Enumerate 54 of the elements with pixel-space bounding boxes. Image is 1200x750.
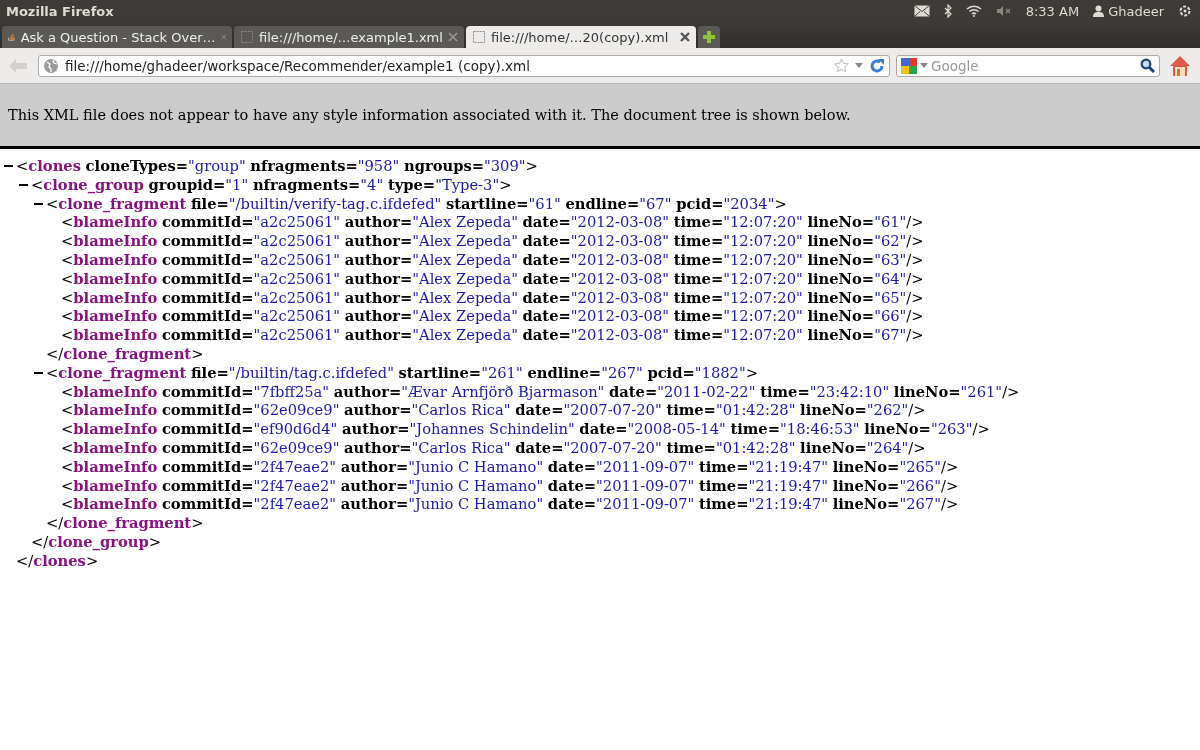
info-message: This XML file does not appear to have any style information associated with it. The document tree is shown below.	[8, 107, 851, 123]
xml-element-line: <blameInfo commitId="a2c25061" author="Alex Zepeda" date="2012-03-08" time="12:07:20" lineNo="65"/>	[61, 288, 924, 308]
wifi-icon[interactable]	[965, 5, 982, 17]
search-bar[interactable]: Google	[896, 54, 1160, 77]
xml-element-line: <blameInfo commitId="ef90d6d4" author="Johannes Schindelin" date="2008-05-14" time="18:46:53" lineNo="263"/>	[61, 420, 990, 439]
xml-closing-tag: </clone_fragment>	[46, 514, 204, 533]
dropdown-icon[interactable]	[855, 63, 863, 68]
reload-icon[interactable]	[869, 57, 885, 74]
user-icon	[1093, 5, 1105, 17]
star-icon[interactable]	[834, 58, 849, 73]
globe-icon	[43, 57, 59, 74]
xml-element-line: <clones cloneTypes="group" nfragments="958" ngroups="309">	[16, 157, 538, 176]
xml-element-line: <blameInfo commitId="a2c25061" author="Alex Zepeda" date="2012-03-08" time="12:07:20" lineNo="62"/>	[61, 232, 924, 251]
xml-closing-tag: </clones>	[16, 551, 99, 571]
search-engine-icon[interactable]	[901, 57, 917, 74]
xml-element-line: <blameInfo commitId="a2c25061" author="Alex Zepeda" date="2012-03-08" time="12:07:20" lineNo="66"/>	[61, 307, 924, 327]
xml-element-line: <blameInfo commitId="7fbff25a" author="Ævar Arnfjörð Bjarmason" date="2011-02-22" time="23:42:10" lineNo="261"/>	[61, 382, 1020, 402]
xml-closing-tag: </clone_group>	[31, 532, 162, 552]
mail-icon[interactable]	[913, 5, 930, 17]
collapse-icon[interactable]	[4, 165, 13, 168]
xml-element-line: <clone_group groupid="1" nfragments="4" type="Type-3">	[31, 175, 512, 195]
xml-closing-tag: </clone_fragment>	[46, 344, 204, 364]
browser-tab[interactable]: Ask a Question - Stack Over…	[2, 26, 232, 48]
xml-element-line: <blameInfo commitId="2f47eae2" author="Junio C Hamano" date="2011-09-07" time="21:19:47" lineNo="266"/>	[61, 476, 959, 496]
collapse-icon[interactable]	[19, 184, 28, 187]
browser-tab[interactable]: file:///home/…example1.xml	[234, 26, 464, 48]
browser-tab[interactable]: file:///home/…20(copy).xml	[466, 26, 696, 48]
close-icon[interactable]	[680, 32, 690, 42]
page-icon	[472, 30, 486, 44]
xml-element-line: <blameInfo commitId="62e09ce9" author="Carlos Rica" date="2007-07-20" time="01:42:28" lineNo="264"/>	[61, 438, 926, 458]
plus-icon	[702, 30, 716, 44]
address-bar[interactable]: file:///home/ghadeer/workspace/Recommender/example1 (copy).xml	[38, 54, 890, 77]
clock[interactable]: 8:33 AM	[1025, 3, 1080, 19]
user-name[interactable]: Ghadeer	[1108, 3, 1164, 19]
bluetooth-icon[interactable]	[943, 4, 952, 18]
volume-muted-icon[interactable]	[995, 6, 1012, 16]
window-title: Mozilla Firefox	[6, 3, 114, 19]
page-icon	[240, 30, 254, 44]
xml-element-line: <blameInfo commitId="62e09ce9" author="Carlos Rica" date="2007-07-20" time="01:42:28" lineNo="262"/>	[61, 401, 926, 421]
dropdown-icon[interactable]	[920, 63, 928, 68]
url-text: file:///home/ghadeer/workspace/Recommender/example1 (copy).xml	[65, 57, 531, 74]
search-icon[interactable]	[1140, 58, 1155, 73]
xml-element-line: <blameInfo commitId="2f47eae2" author="Junio C Hamano" date="2011-09-07" time="21:19:47" lineNo="265"/>	[61, 457, 959, 477]
xml-element-line: <blameInfo commitId="a2c25061" author="Alex Zepeda" date="2012-03-08" time="12:07:20" lineNo="64"/>	[61, 269, 924, 289]
xml-element-line: <blameInfo commitId="2f47eae2" author="Junio C Hamano" date="2011-09-07" time="21:19:47" lineNo="267"/>	[61, 495, 959, 515]
xml-element-line: <clone_fragment file="/builtin/tag.c.ifdefed" startline="261" endline="267" pcid="1882">	[46, 363, 758, 383]
xml-element-line: <blameInfo commitId="a2c25061" author="Alex Zepeda" date="2012-03-08" time="12:07:20" lineNo="61"/>	[61, 213, 924, 233]
collapse-icon[interactable]	[34, 372, 43, 375]
xml-element-line: <blameInfo commitId="a2c25061" author="Alex Zepeda" date="2012-03-08" time="12:07:20" lineNo="67"/>	[61, 326, 924, 345]
back-arrow-icon	[8, 57, 28, 74]
xml-element-line: <clone_fragment file="/builtin/verify-tag.c.ifdefed" startline="61" endline="67" pcid="2034">	[46, 194, 787, 214]
new-tab-button[interactable]	[698, 26, 720, 48]
house-icon	[1169, 54, 1191, 77]
xml-element-line: <blameInfo commitId="a2c25061" author="Alex Zepeda" date="2012-03-08" time="12:07:20" lineNo="63"/>	[61, 251, 924, 270]
